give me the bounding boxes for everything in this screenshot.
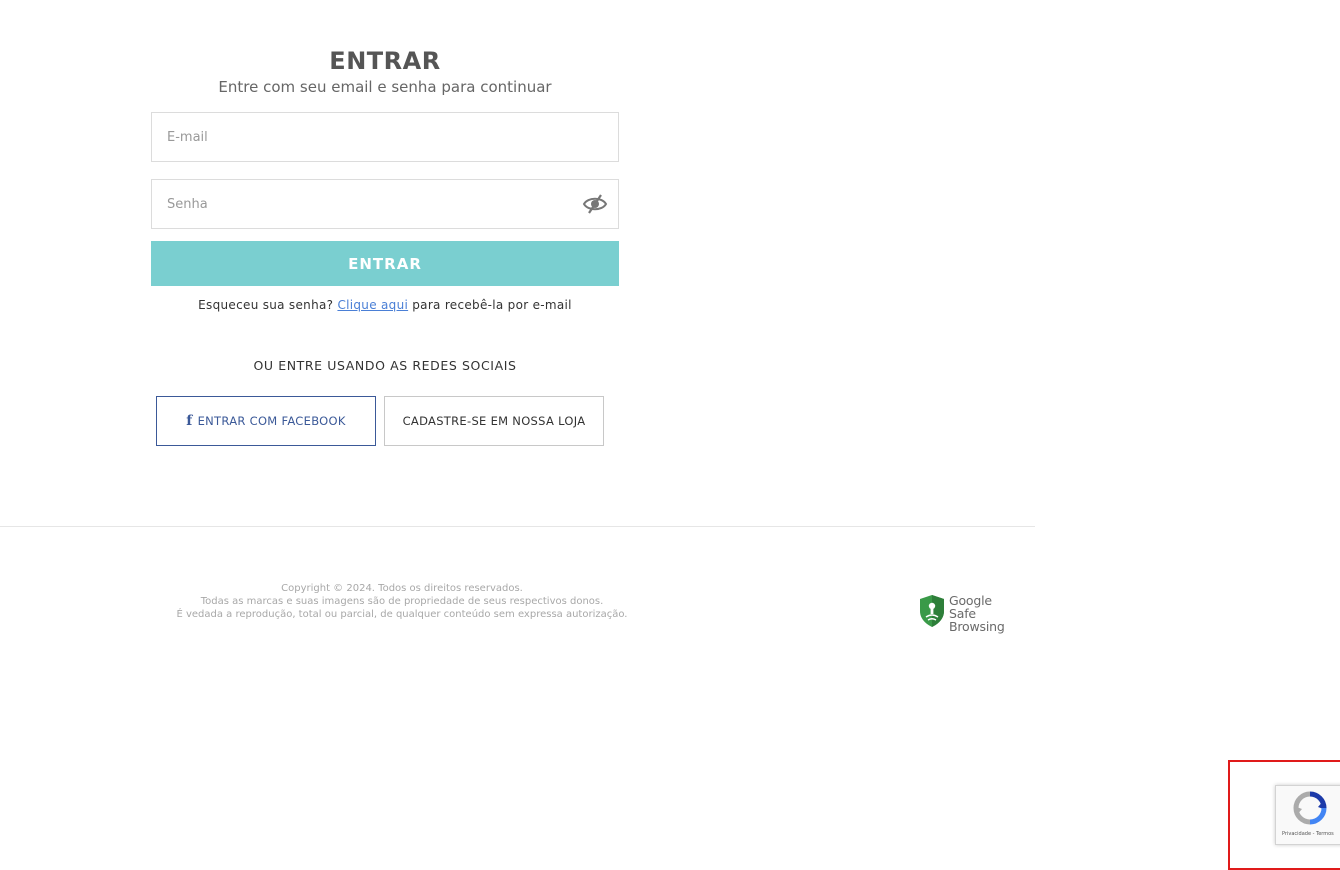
email-field[interactable] bbox=[151, 112, 619, 162]
facebook-login-label: ENTRAR COM FACEBOOK bbox=[197, 414, 346, 428]
copyright-text: Copyright © 2024. Todos os direitos rese… bbox=[151, 582, 653, 621]
login-panel: ENTRAR Entre com seu email e senha para … bbox=[151, 44, 619, 446]
forgot-suffix: para recebê-la por e-mail bbox=[412, 298, 572, 312]
login-button[interactable]: ENTRAR bbox=[151, 241, 619, 286]
eye-slash-icon[interactable] bbox=[582, 192, 608, 216]
password-input[interactable] bbox=[152, 180, 618, 228]
facebook-login-button[interactable]: f ENTRAR COM FACEBOOK bbox=[156, 396, 376, 446]
copyright-line: Copyright © 2024. Todos os direitos rese… bbox=[281, 583, 523, 594]
copyright-line: É vedada a reprodução, total ou parcial,… bbox=[176, 609, 628, 620]
copyright-line: Todas as marcas e suas imagens são de pr… bbox=[200, 596, 604, 607]
register-button[interactable]: CADASTRE-SE EM NOSSA LOJA bbox=[384, 396, 604, 446]
recaptcha-icon bbox=[1292, 790, 1328, 826]
forgot-password-text: Esqueceu sua senha? Clique aqui para rec… bbox=[151, 298, 619, 312]
forgot-password-link[interactable]: Clique aqui bbox=[337, 298, 408, 312]
badge-subtitle: Safe Browsing bbox=[949, 605, 1005, 634]
google-safe-browsing-badge: Google Safe Browsing bbox=[919, 592, 1034, 634]
recaptcha-badge[interactable]: Privacidade - Termos bbox=[1275, 785, 1340, 845]
page-title: ENTRAR bbox=[329, 47, 441, 75]
page-subtitle: Entre com seu email e senha para continu… bbox=[218, 78, 552, 96]
password-field[interactable] bbox=[151, 179, 619, 229]
badge-title: Google bbox=[949, 592, 992, 608]
social-login-heading: OU ENTRE USANDO AS REDES SOCIAIS bbox=[253, 358, 517, 373]
facebook-icon: f bbox=[186, 413, 193, 429]
email-input[interactable] bbox=[152, 113, 618, 161]
recaptcha-links[interactable]: Privacidade - Termos bbox=[1282, 831, 1334, 837]
footer-divider bbox=[0, 526, 1035, 527]
shield-icon bbox=[919, 594, 945, 632]
forgot-prefix: Esqueceu sua senha? bbox=[198, 298, 334, 312]
